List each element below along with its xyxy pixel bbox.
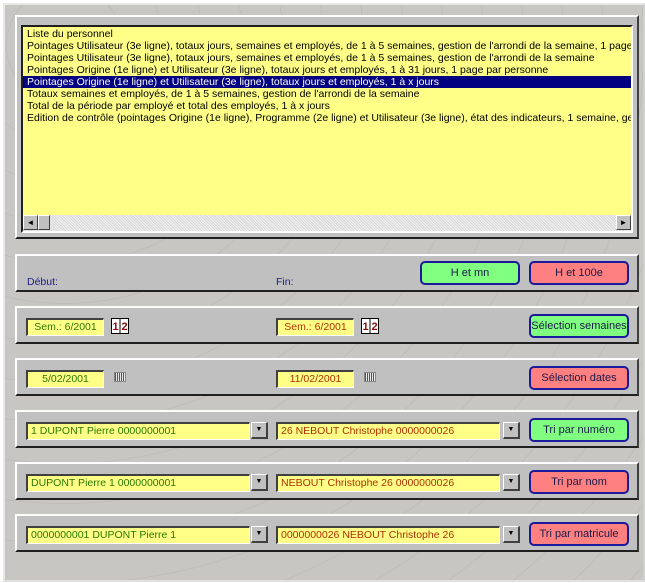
main-window: Liste du personnel Pointages Utilisateur… bbox=[3, 3, 645, 582]
sort-by-matricule-button[interactable]: Tri par matricule bbox=[529, 522, 629, 546]
dropdown-arrow-icon[interactable]: ▼ bbox=[503, 474, 520, 491]
list-item-selected[interactable]: Pointages Origine (1e ligne) et Utilisat… bbox=[23, 76, 631, 88]
list-item[interactable]: Pointages Utilisateur (3e ligne), totaux… bbox=[23, 52, 631, 64]
report-listbox[interactable]: Liste du personnel Pointages Utilisateur… bbox=[21, 25, 633, 233]
scroll-thumb[interactable] bbox=[38, 215, 50, 230]
scroll-left-button[interactable]: ◄ bbox=[23, 215, 38, 230]
list-item[interactable]: Edition de contrôle (pointages Origine (… bbox=[23, 112, 631, 124]
end-date-field[interactable]: 11/02/2001 bbox=[276, 370, 354, 388]
sort-by-number-button[interactable]: Tri par numéro bbox=[529, 418, 629, 442]
dates-panel: 5/02/2001 11/02/2001 Sélection dates bbox=[15, 358, 639, 396]
end-label: Fin: bbox=[276, 276, 294, 288]
sort-number-panel: 1 DUPONT Pierre 0000000001 ▼ 26 NEBOUT C… bbox=[15, 410, 639, 448]
dropdown-arrow-icon[interactable]: ▼ bbox=[503, 422, 520, 439]
hours-hundredths-button[interactable]: H et 100e bbox=[529, 261, 629, 285]
horizontal-scrollbar[interactable]: ◄ ► bbox=[23, 215, 631, 231]
start-employee-number-select[interactable]: 1 DUPONT Pierre 0000000001 bbox=[26, 422, 250, 440]
end-week-field[interactable]: Sem.: 6/2001 bbox=[276, 318, 354, 336]
svg-text:2: 2 bbox=[371, 321, 377, 333]
start-week-field[interactable]: Sem.: 6/2001 bbox=[26, 318, 104, 336]
select-weeks-button[interactable]: Sélection semaines bbox=[529, 314, 629, 338]
sort-by-name-button[interactable]: Tri par nom bbox=[529, 470, 629, 494]
list-item[interactable]: Liste du personnel bbox=[23, 28, 631, 40]
period-header-panel: Début: Fin: H et mn H et 100e bbox=[15, 254, 639, 292]
list-item[interactable]: Total de la période par employé et total… bbox=[23, 100, 631, 112]
start-employee-name-select[interactable]: DUPONT Pierre 1 0000000001 bbox=[26, 474, 250, 492]
start-label: Début: bbox=[27, 276, 58, 288]
sort-name-panel: DUPONT Pierre 1 0000000001 ▼ NEBOUT Chri… bbox=[15, 462, 639, 500]
start-employee-matricule-select[interactable]: 0000000001 DUPONT Pierre 1 bbox=[26, 526, 250, 544]
list-item[interactable]: Pointages Utilisateur (3e ligne), totaux… bbox=[23, 40, 631, 52]
start-date-field[interactable]: 5/02/2001 bbox=[26, 370, 104, 388]
week-picker-icon-start[interactable]: 1 2 bbox=[111, 318, 129, 334]
scroll-right-button[interactable]: ► bbox=[616, 215, 631, 230]
list-item[interactable]: Pointages Origine (1e ligne) et Utilisat… bbox=[23, 64, 631, 76]
calendar-icon-end[interactable] bbox=[364, 372, 376, 382]
svg-text:1: 1 bbox=[362, 321, 368, 333]
dropdown-arrow-icon[interactable]: ▼ bbox=[503, 526, 520, 543]
select-dates-button[interactable]: Sélection dates bbox=[529, 366, 629, 390]
list-item[interactable]: Totaux semaines et employés, de 1 à 5 se… bbox=[23, 88, 631, 100]
sort-matricule-panel: 0000000001 DUPONT Pierre 1 ▼ 0000000026 … bbox=[15, 514, 639, 552]
svg-text:1: 1 bbox=[112, 321, 118, 333]
week-picker-icon-end[interactable]: 1 2 bbox=[361, 318, 379, 334]
calendar-icon-start[interactable] bbox=[114, 372, 126, 382]
end-employee-name-select[interactable]: NEBOUT Christophe 26 0000000026 bbox=[276, 474, 500, 492]
weeks-panel: Sem.: 6/2001 1 2 Sem.: 6/2001 1 2 Sélect… bbox=[15, 306, 639, 344]
dropdown-arrow-icon[interactable]: ▼ bbox=[251, 474, 268, 491]
dropdown-arrow-icon[interactable]: ▼ bbox=[251, 526, 268, 543]
dropdown-arrow-icon[interactable]: ▼ bbox=[251, 422, 268, 439]
hours-minutes-button[interactable]: H et mn bbox=[420, 261, 520, 285]
end-employee-matricule-select[interactable]: 0000000026 NEBOUT Christophe 26 bbox=[276, 526, 500, 544]
svg-text:2: 2 bbox=[121, 321, 127, 333]
end-employee-number-select[interactable]: 26 NEBOUT Christophe 0000000026 bbox=[276, 422, 500, 440]
